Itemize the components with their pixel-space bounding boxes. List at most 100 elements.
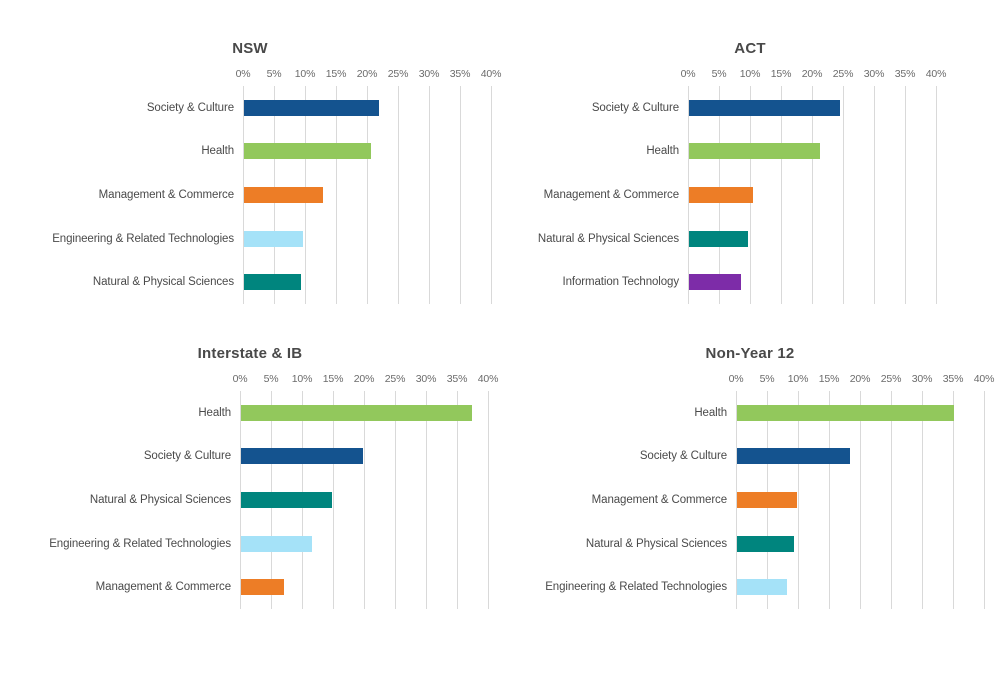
x-tick-label: 20%: [801, 68, 823, 80]
x-tick-label: 5%: [266, 68, 282, 80]
x-tick-label: 35%: [894, 68, 916, 80]
x-tick-label: 20%: [356, 68, 378, 80]
bar[interactable]: [689, 143, 821, 160]
bar-row: Engineering & Related Technologies: [49, 522, 488, 566]
x-tick-label: 25%: [384, 373, 406, 385]
chart-title: Non-Year 12: [705, 345, 795, 362]
chart-sheet: NSW 0% 5% 10% 15% 20% 25% 30% 35% 40% Society & Cu…: [0, 0, 1000, 689]
bar[interactable]: [737, 448, 851, 465]
x-tick-label: 25%: [387, 68, 409, 80]
x-tick-label: 5%: [263, 373, 279, 385]
category-label: Society & Culture: [591, 101, 679, 114]
bar[interactable]: [737, 404, 954, 421]
category-label: Management & Commerce: [98, 188, 234, 201]
chart-title: ACT: [734, 40, 766, 57]
chart-panel-act: ACT 0% 5% 10% 15% 20% 25% 30% 35% 40% Society & Cu…: [500, 30, 1000, 330]
bar[interactable]: [244, 143, 372, 160]
category-label: Natural & Physical Sciences: [537, 232, 679, 245]
x-tick-label: 25%: [880, 373, 902, 385]
bar[interactable]: [241, 535, 312, 552]
category-label: Engineering & Related Technologies: [49, 537, 231, 550]
x-tick-label: 35%: [446, 373, 468, 385]
x-axis-tick-labels: 0% 5% 10% 15% 20% 25% 30% 35% 40%: [0, 373, 500, 387]
category-label: Natural & Physical Sciences: [89, 493, 231, 506]
x-tick-label: 10%: [294, 68, 316, 80]
bar-row: Management & Commerce: [592, 478, 984, 522]
bar[interactable]: [244, 230, 303, 247]
x-axis-tick-labels: 0% 5% 10% 15% 20% 25% 30% 35% 40%: [500, 68, 1000, 82]
category-label: Society & Culture: [143, 450, 231, 463]
bar[interactable]: [689, 186, 753, 203]
category-label: Management & Commerce: [95, 581, 231, 594]
category-label: Health: [646, 145, 679, 158]
chart-panel-non-year-12: Non-Year 12 0% 5% 10% 15% 20% 25% 30% 35% 40% Heal…: [500, 335, 1000, 635]
x-tick-label: 15%: [325, 68, 347, 80]
bar-row: Health: [198, 391, 488, 435]
gridline: [491, 86, 492, 304]
category-label: Society & Culture: [639, 450, 727, 463]
x-tick-label: 10%: [291, 373, 313, 385]
bar-row: Management & Commerce: [544, 173, 936, 217]
bar-row: Health: [694, 391, 984, 435]
x-tick-label: 15%: [818, 373, 840, 385]
bar-row: Health: [646, 130, 936, 174]
category-label: Engineering & Related Technologies: [52, 232, 234, 245]
bar-row: Society & Culture: [144, 435, 488, 479]
bar[interactable]: [244, 186, 324, 203]
bar-row: Management & Commerce: [96, 565, 488, 609]
x-tick-label: 30%: [863, 68, 885, 80]
chart-title: Interstate & IB: [197, 345, 303, 362]
bar-row: Engineering & Related Technologies: [545, 565, 984, 609]
bar[interactable]: [241, 404, 473, 421]
gridline: [984, 391, 985, 609]
gridline: [936, 86, 937, 304]
bar-row: Engineering & Related Technologies: [52, 217, 491, 261]
bar-row: Natural & Physical Sciences: [90, 478, 488, 522]
bar[interactable]: [241, 579, 285, 596]
x-tick-label: 0%: [680, 68, 696, 80]
bar[interactable]: [689, 99, 841, 116]
gridline: [488, 391, 489, 609]
x-tick-label: 40%: [477, 373, 499, 385]
bar-row: Information Technology: [563, 260, 936, 304]
category-label: Information Technology: [562, 276, 680, 289]
x-tick-label: 20%: [353, 373, 375, 385]
category-label: Society & Culture: [146, 101, 234, 114]
x-tick-label: 5%: [759, 373, 775, 385]
x-tick-label: 40%: [480, 68, 502, 80]
x-tick-label: 25%: [832, 68, 854, 80]
x-tick-label: 10%: [739, 68, 761, 80]
x-tick-label: 15%: [322, 373, 344, 385]
chart-panel-interstate-ib: Interstate & IB 0% 5% 10% 15% 20% 25% 30% 35% 40%…: [0, 335, 500, 635]
bar[interactable]: [689, 230, 748, 247]
x-tick-label: 35%: [942, 373, 964, 385]
plot-area: Health Society & Culture Management & Comm…: [545, 391, 985, 609]
chart-title: NSW: [232, 40, 268, 57]
bar[interactable]: [241, 448, 364, 465]
x-tick-label: 20%: [849, 373, 871, 385]
bar-row: Management & Commerce: [99, 173, 491, 217]
bar[interactable]: [737, 535, 795, 552]
category-label: Engineering & Related Technologies: [545, 581, 727, 594]
bar[interactable]: [244, 99, 380, 116]
bar-row: Natural & Physical Sciences: [93, 260, 491, 304]
x-tick-label: 30%: [911, 373, 933, 385]
bar[interactable]: [737, 579, 787, 596]
x-tick-label: 30%: [418, 68, 440, 80]
bar[interactable]: [241, 491, 333, 508]
x-tick-label: 10%: [787, 373, 809, 385]
category-label: Natural & Physical Sciences: [92, 276, 234, 289]
bar-row: Natural & Physical Sciences: [586, 522, 984, 566]
x-tick-label: 0%: [235, 68, 251, 80]
x-tick-label: 0%: [232, 373, 248, 385]
bar-row: Natural & Physical Sciences: [538, 217, 936, 261]
x-tick-label: 5%: [711, 68, 727, 80]
category-label: Health: [198, 406, 231, 419]
bar[interactable]: [689, 274, 742, 291]
bar[interactable]: [244, 274, 302, 291]
x-tick-label: 40%: [925, 68, 947, 80]
x-axis-tick-labels: 0% 5% 10% 15% 20% 25% 30% 35% 40%: [0, 68, 502, 82]
category-label: Health: [201, 145, 234, 158]
bar[interactable]: [737, 491, 798, 508]
plot-area: Society & Culture Health Management & Comm…: [538, 86, 937, 304]
